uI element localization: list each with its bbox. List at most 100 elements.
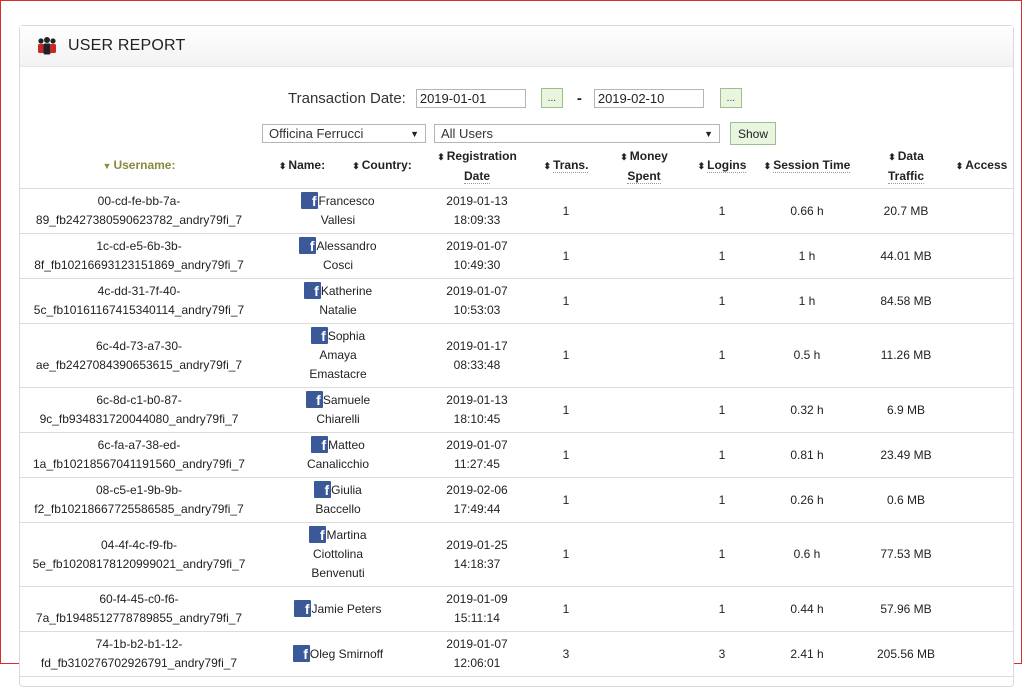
session-time-cell: 0.6 h bbox=[752, 522, 862, 587]
facebook-icon: f bbox=[292, 644, 310, 662]
user-name-part: Jamie Peters bbox=[311, 601, 382, 616]
table-row[interactable]: 1c-cd-e5-6b-3b- 8f_fb10216693123151869_an… bbox=[20, 233, 1013, 279]
users-icon bbox=[38, 37, 56, 55]
logins-cell: 1 bbox=[692, 233, 752, 279]
users-select[interactable]: All Users ▼ bbox=[434, 124, 720, 143]
username-cell[interactable]: 00-cd-fe-bb-7a- 89_fb2427380590623782_and… bbox=[20, 188, 258, 234]
date-from-picker-button[interactable]: ... bbox=[540, 88, 563, 108]
username-cell[interactable]: 4c-dd-31-7f-40- 5c_fb10161167415340114_an… bbox=[20, 278, 258, 324]
money-spent-cell bbox=[596, 432, 692, 478]
logins-cell: 1 bbox=[692, 188, 752, 234]
trans-cell: 3 bbox=[536, 631, 596, 677]
money-spent-cell bbox=[596, 323, 692, 388]
registration-date-cell: 2019-01-07 11:27:45 bbox=[418, 432, 536, 478]
table-row[interactable]: 08-c5-e1-9b-9b-f2_fb10218667725586585_an… bbox=[20, 477, 1013, 523]
location-select[interactable]: Officina Ferrucci ▼ bbox=[262, 124, 426, 143]
registration-date-cell: 2019-01-07 12:06:01 bbox=[418, 631, 536, 677]
date-to-picker-button[interactable]: ... bbox=[719, 88, 742, 108]
column-logins[interactable]: ⬍ Logins bbox=[692, 144, 752, 189]
user-name-part: Vallesi bbox=[320, 213, 356, 227]
user-name-part: Martina bbox=[326, 528, 367, 542]
table-row[interactable]: 00-cd-fe-bb-7a- 89_fb2427380590623782_and… bbox=[20, 188, 1013, 234]
column-registration-date[interactable]: ⬍ Registration Date bbox=[418, 144, 536, 189]
show-button[interactable]: Show bbox=[730, 122, 777, 145]
data-traffic-cell: 20.7 MB bbox=[862, 188, 950, 234]
registration-date-cell: 2019-02-06 17:49:44 bbox=[418, 477, 536, 523]
facebook-icon: f bbox=[310, 327, 328, 344]
data-traffic-cell: 44.01 MB bbox=[862, 233, 950, 279]
facebook-icon: f bbox=[303, 282, 321, 299]
facebook-icon: f bbox=[311, 436, 329, 453]
data-traffic-cell: 205.56 MB bbox=[862, 631, 950, 677]
user-name-part: Giulia bbox=[331, 483, 362, 497]
sort-icon: ⬍ bbox=[352, 161, 360, 171]
column-country[interactable]: ⬍ Country: bbox=[346, 144, 418, 189]
data-traffic-cell: 77.53 MB bbox=[862, 522, 950, 587]
user-name-part: Francesco bbox=[318, 194, 375, 208]
table-row[interactable]: 6c-fa-a7-38-ed- 1a_fb10218567041191560_an… bbox=[20, 432, 1013, 478]
username-cell[interactable]: 04-4f-4c-f9-fb- 5e_fb10208178120999021_an… bbox=[20, 522, 258, 587]
logins-cell: 1 bbox=[692, 586, 752, 632]
money-spent-cell bbox=[596, 477, 692, 523]
table-row[interactable]: 74-1b-b2-b1-12- fd_fb310276702926791_andr… bbox=[20, 631, 1013, 677]
data-traffic-cell: 84.58 MB bbox=[862, 278, 950, 324]
username-cell[interactable]: 6c-4d-73-a7-30- ae_fb2427084390653615_and… bbox=[20, 323, 258, 388]
column-access[interactable]: ⬍ Access bbox=[950, 144, 1013, 189]
username-cell[interactable]: 60-f4-45-c0-f6- 7a_fb1948512778789855_and… bbox=[20, 586, 258, 632]
data-traffic-cell: 6.9 MB bbox=[862, 387, 950, 433]
trans-cell: 1 bbox=[536, 522, 596, 587]
column-name[interactable]: ⬍ Name: bbox=[258, 144, 346, 189]
access-cell bbox=[950, 432, 1013, 478]
facebook-icon: f bbox=[314, 481, 332, 498]
table-row[interactable]: 4c-dd-31-7f-40- 5c_fb10161167415340114_an… bbox=[20, 278, 1013, 324]
trans-cell: 1 bbox=[536, 387, 596, 433]
table-row[interactable]: 6c-8d-c1-b0-87- 9c_fb934831720044080_andr… bbox=[20, 387, 1013, 433]
session-time-cell: 0.32 h bbox=[752, 387, 862, 433]
panel-header: USER REPORT bbox=[20, 26, 1013, 67]
session-time-cell: 1 h bbox=[752, 233, 862, 279]
user-name-part: Samuele bbox=[322, 393, 371, 407]
logins-cell: 3 bbox=[692, 631, 752, 677]
date-from-input[interactable] bbox=[415, 88, 526, 108]
money-spent-cell bbox=[596, 233, 692, 279]
chevron-down-icon: ▼ bbox=[704, 128, 713, 139]
sort-icon: ⬍ bbox=[697, 161, 706, 171]
registration-date-cell: 2019-01-17 08:33:48 bbox=[418, 323, 536, 388]
data-traffic-cell: 0.6 MB bbox=[862, 477, 950, 523]
username-cell[interactable]: 6c-8d-c1-b0-87- 9c_fb934831720044080_andr… bbox=[20, 387, 258, 433]
table-row[interactable]: 60-f4-45-c0-f6- 7a_fb1948512778789855_and… bbox=[20, 586, 1013, 632]
data-traffic-cell: 57.96 MB bbox=[862, 586, 950, 632]
column-data-traffic[interactable]: ⬍ Data Traffic bbox=[862, 144, 950, 189]
logins-cell: 1 bbox=[692, 278, 752, 324]
username-cell[interactable]: 1c-cd-e5-6b-3b- 8f_fb10216693123151869_an… bbox=[20, 233, 258, 279]
user-name-part: Katherine bbox=[320, 284, 373, 298]
column-trans[interactable]: ⬍ Trans. bbox=[536, 144, 596, 189]
facebook-icon: f bbox=[309, 526, 327, 543]
access-cell bbox=[950, 188, 1013, 234]
name-cell: f Sophia Amaya Emastacre bbox=[258, 323, 418, 388]
logins-cell: 1 bbox=[692, 522, 752, 587]
name-cell: f Martina Ciottolina Benvenuti bbox=[258, 522, 418, 587]
user-name-part: Cosci bbox=[322, 258, 353, 272]
username-cell[interactable]: 6c-fa-a7-38-ed- 1a_fb10218567041191560_an… bbox=[20, 432, 258, 478]
trans-cell: 1 bbox=[536, 432, 596, 478]
column-username[interactable]: ▼ Username: bbox=[20, 144, 258, 189]
username-cell[interactable]: 74-1b-b2-b1-12- fd_fb310276702926791_andr… bbox=[20, 631, 258, 677]
select-filter-row: Officina Ferrucci ▼ All Users ▼ Show bbox=[262, 122, 1013, 145]
column-money-spent[interactable]: ⬍ Money Spent bbox=[596, 144, 692, 189]
date-to-input[interactable] bbox=[593, 88, 704, 108]
name-cell: f Katherine Natalie bbox=[258, 278, 418, 324]
registration-date-cell: 2019-01-09 15:11:14 bbox=[418, 586, 536, 632]
sort-icon: ⬍ bbox=[278, 161, 287, 171]
column-session-time[interactable]: ⬍ Session Time bbox=[752, 144, 862, 189]
table-row[interactable]: 6c-4d-73-a7-30- ae_fb2427084390653615_and… bbox=[20, 323, 1013, 388]
username-cell[interactable]: 08-c5-e1-9b-9b-f2_fb10218667725586585_an… bbox=[20, 477, 258, 523]
registration-date-cell: 2019-01-25 14:18:37 bbox=[418, 522, 536, 587]
session-time-cell: 2.41 h bbox=[752, 631, 862, 677]
name-cell: f Alessandro Cosci bbox=[258, 233, 418, 279]
transaction-date-label: Transaction Date: bbox=[288, 89, 406, 107]
table-row[interactable]: 04-4f-4c-f9-fb- 5e_fb10208178120999021_an… bbox=[20, 522, 1013, 587]
name-cell: f Oleg Smirnoff bbox=[258, 631, 418, 677]
name-cell: f Francesco Vallesi bbox=[258, 188, 418, 234]
access-cell bbox=[950, 278, 1013, 324]
